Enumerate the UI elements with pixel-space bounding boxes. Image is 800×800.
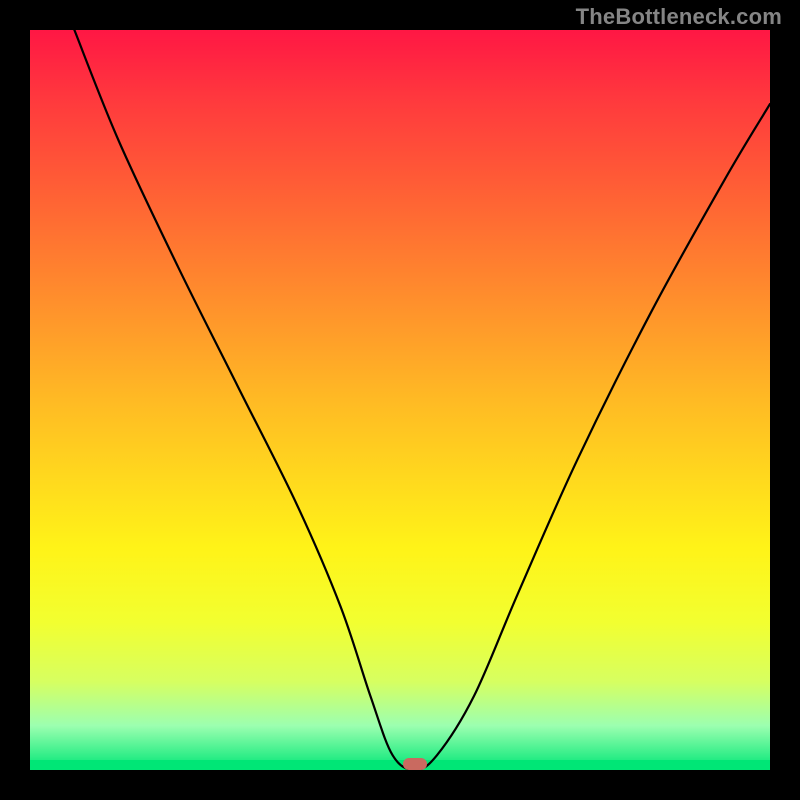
plot-area bbox=[30, 30, 770, 770]
optimal-point-marker bbox=[403, 758, 427, 770]
curve-path bbox=[74, 30, 770, 770]
watermark-text: TheBottleneck.com bbox=[576, 4, 782, 30]
bottleneck-curve bbox=[30, 30, 770, 770]
chart-frame: TheBottleneck.com bbox=[0, 0, 800, 800]
